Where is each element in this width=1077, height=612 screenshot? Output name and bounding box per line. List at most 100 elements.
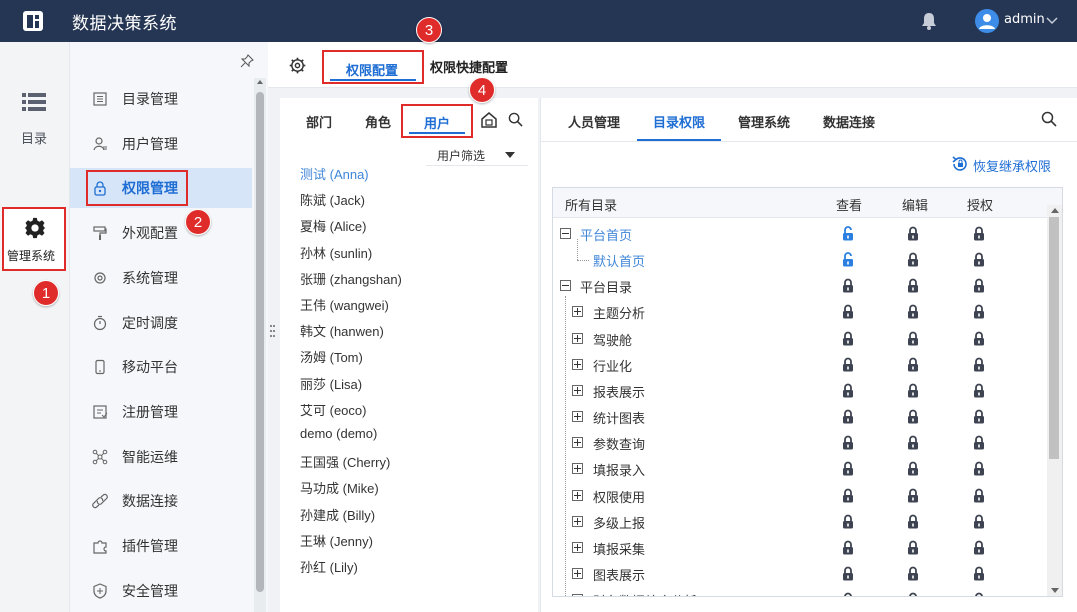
user-list-item[interactable]: 陈斌 (Jack) [300,190,365,209]
user-list-item[interactable]: 韩文 (hanwen) [300,321,384,340]
expand-icon[interactable] [572,463,583,475]
collapse-icon[interactable] [560,228,571,239]
scroll-up-arrow[interactable] [1051,208,1059,213]
locked-icon[interactable] [907,461,919,476]
user-list-item[interactable]: 夏梅 (Alice) [300,216,366,235]
unlocked-icon[interactable] [842,252,854,267]
locked-icon[interactable] [842,488,854,503]
table-row[interactable]: 图表展示 [553,561,1047,587]
locked-icon[interactable] [907,540,919,555]
locked-icon[interactable] [907,514,919,529]
table-scroll-thumb[interactable] [1049,217,1059,459]
table-row[interactable]: 默认首页 [553,239,1047,273]
menu-item-5[interactable]: 系统管理 [70,258,252,298]
table-scrollbar[interactable] [1047,205,1062,596]
splitter-handle-icon[interactable] [270,324,276,338]
table-row[interactable]: 统计图表 [553,404,1047,430]
menu-item-8[interactable]: 注册管理 [70,392,252,432]
locked-icon[interactable] [842,435,854,450]
table-row[interactable]: 参数查询 [553,430,1047,456]
table-row[interactable]: 权限使用 [553,483,1047,509]
scroll-up-arrow[interactable] [257,80,263,84]
locked-icon[interactable] [907,566,919,581]
locked-icon[interactable] [907,357,919,372]
locked-icon[interactable] [973,252,985,267]
house-filter-icon[interactable] [480,111,498,129]
locked-icon[interactable] [907,435,919,450]
tab-directory-permission[interactable]: 目录权限 [653,112,705,131]
table-row[interactable]: 报表展示 [553,378,1047,404]
expand-icon[interactable] [572,567,583,579]
menu-item-7[interactable]: 移动平台 [70,347,252,387]
menu-item-9[interactable]: 智能运维 [70,437,252,477]
user-list-item[interactable]: 马功成 (Mike) [300,478,379,497]
locked-icon[interactable] [842,278,854,293]
user-list-item[interactable]: 丽莎 (Lisa) [300,374,362,393]
menu-item-6[interactable]: 定时调度 [70,303,252,343]
user-list-item[interactable]: demo (demo) [300,426,377,441]
bell-icon[interactable] [920,11,938,31]
scroll-down-arrow[interactable] [1051,588,1059,593]
expand-icon[interactable] [572,332,583,344]
menu-item-1[interactable]: 目录管理 [70,79,252,119]
table-row[interactable]: 填报采集 [553,535,1047,561]
locked-icon[interactable] [973,383,985,398]
unlocked-icon[interactable] [842,226,854,241]
locked-icon[interactable] [973,278,985,293]
avatar[interactable] [975,9,999,33]
search-icon[interactable] [508,112,523,127]
expand-icon[interactable] [572,384,583,396]
tab-role[interactable]: 角色 [365,112,391,131]
locked-icon[interactable] [973,331,985,346]
locked-icon[interactable] [973,357,985,372]
table-row[interactable]: 驾驶舱 [553,326,1047,352]
locked-icon[interactable] [842,409,854,424]
locked-icon[interactable] [907,592,919,597]
menu-item-2[interactable]: 用户管理 [70,124,252,164]
locked-icon[interactable] [842,331,854,346]
expand-icon[interactable] [572,437,583,449]
collapse-icon[interactable] [560,280,571,292]
locked-icon[interactable] [973,592,985,597]
user-list-item[interactable]: 张珊 (zhangshan) [300,269,402,288]
locked-icon[interactable] [973,461,985,476]
expand-icon[interactable] [572,594,583,596]
user-list-item[interactable]: 王伟 (wangwei) [300,295,389,314]
user-list-item[interactable]: 孙林 (sunlin) [300,243,372,262]
user-list-item[interactable]: 王琳 (Jenny) [300,531,373,550]
locked-icon[interactable] [907,409,919,424]
tab-department[interactable]: 部门 [306,112,332,131]
locked-icon[interactable] [973,488,985,503]
menu-item-12[interactable]: 安全管理 [70,571,252,611]
table-row[interactable]: 平台目录 [553,273,1047,299]
locked-icon[interactable] [842,357,854,372]
locked-icon[interactable] [842,566,854,581]
locked-icon[interactable] [842,514,854,529]
user-list-item[interactable]: 测试 (Anna) [300,164,369,183]
rail-directory-label[interactable]: 目录 [21,128,47,147]
expand-icon[interactable] [572,541,583,553]
locked-icon[interactable] [842,383,854,398]
locked-icon[interactable] [973,514,985,529]
locked-icon[interactable] [907,226,919,241]
user-list-item[interactable]: 汤姆 (Tom) [300,347,363,366]
pin-icon[interactable] [240,54,254,68]
locked-icon[interactable] [842,461,854,476]
rail-management-system[interactable]: 管理系统 [2,207,66,271]
chevron-down-icon[interactable] [1045,13,1059,27]
menu-item-11[interactable]: 插件管理 [70,526,252,566]
logo-icon[interactable] [22,10,44,32]
locked-icon[interactable] [973,435,985,450]
menu-item-10[interactable]: 数据连接 [70,481,252,521]
menu-item-4[interactable]: 外观配置 [70,213,252,253]
expand-icon[interactable] [572,515,583,527]
tab-personnel-management[interactable]: 人员管理 [568,112,620,131]
locked-icon[interactable] [907,304,919,319]
table-row[interactable]: 财务数据综合分析 [553,587,1047,597]
locked-icon[interactable] [842,304,854,319]
table-row[interactable]: 行业化 [553,352,1047,378]
table-row[interactable]: 主题分析 [553,299,1047,325]
tab-permission-config[interactable]: 权限配置 [322,50,424,84]
locked-icon[interactable] [973,304,985,319]
locked-icon[interactable] [907,252,919,267]
